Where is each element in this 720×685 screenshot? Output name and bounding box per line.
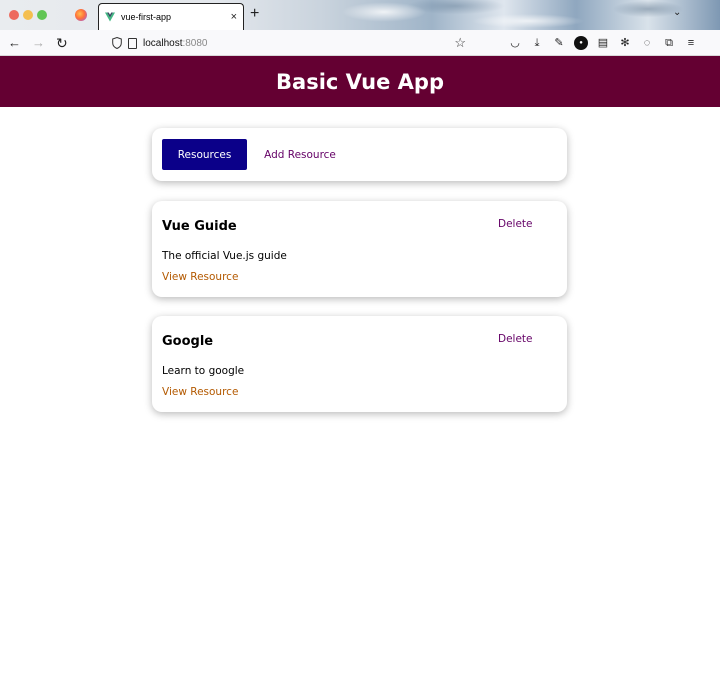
add-resource-button[interactable]: Add Resource (254, 139, 346, 170)
tab-close-icon[interactable]: × (231, 11, 237, 23)
pocket-icon[interactable]: ◡ (508, 36, 522, 50)
forward-arrow-icon[interactable]: → (32, 35, 45, 51)
close-window-button[interactable] (9, 10, 19, 20)
browser-nav-bar: ← → ↻ localhost :8080 ☆ ◡ ⤓ ✎ ● ▤ ✻ ◌ ⧉ … (0, 30, 720, 56)
resource-description: Learn to google (162, 365, 245, 377)
url-port: :8080 (182, 37, 208, 49)
resource-title: Google (162, 334, 214, 349)
resource-card: Vue Guide Delete The official Vue.js gui… (152, 201, 567, 297)
notes-icon[interactable]: ▤ (596, 36, 610, 50)
delete-button[interactable]: Delete (498, 218, 533, 230)
app-header: Basic Vue App (0, 56, 720, 107)
resource-tabs-card: Resources Add Resource (152, 128, 567, 181)
page-icon (128, 37, 137, 49)
shield-icon[interactable] (112, 37, 122, 49)
resource-card: Google Delete Learn to google View Resou… (152, 316, 567, 412)
view-resource-link[interactable]: View Resource (162, 386, 238, 398)
wrench-icon[interactable]: ✎ (552, 36, 566, 50)
tab-list-chevron-icon[interactable]: ⌄ (673, 7, 681, 18)
firefox-icon[interactable] (75, 9, 87, 21)
maximize-window-button[interactable] (37, 10, 47, 20)
resource-description: The official Vue.js guide (162, 250, 287, 262)
page-title: Basic Vue App (276, 69, 444, 94)
menu-icon[interactable]: ≡ (684, 36, 698, 50)
star-icon[interactable]: ☆ (454, 35, 466, 51)
back-arrow-icon[interactable]: ← (8, 35, 21, 51)
new-tab-button[interactable]: + (250, 6, 259, 22)
url-host: localhost (143, 37, 183, 49)
shield-extension-icon[interactable]: ◌ (640, 36, 654, 50)
resources-button[interactable]: Resources (162, 139, 247, 170)
toolbar-icons: ◡ ⤓ ✎ ● ▤ ✻ ◌ ⧉ ≡ (508, 36, 698, 50)
gear-icon[interactable]: ✻ (618, 36, 632, 50)
browser-tab[interactable]: vue-first-app × (98, 3, 244, 30)
view-resource-link[interactable]: View Resource (162, 271, 238, 283)
extension-icon[interactable]: ● (574, 36, 588, 50)
reload-icon[interactable]: ↻ (56, 35, 68, 51)
resource-title: Vue Guide (162, 219, 237, 234)
url-bar[interactable]: localhost :8080 ☆ (104, 33, 470, 53)
vue-logo-icon (105, 12, 115, 22)
delete-button[interactable]: Delete (498, 333, 533, 345)
minimize-window-button[interactable] (23, 10, 33, 20)
tab-title: vue-first-app (121, 12, 172, 22)
download-icon[interactable]: ⤓ (530, 36, 544, 50)
browser-tab-bar: vue-first-app × + ⌄ (0, 0, 720, 30)
puzzle-icon[interactable]: ⧉ (662, 36, 676, 50)
